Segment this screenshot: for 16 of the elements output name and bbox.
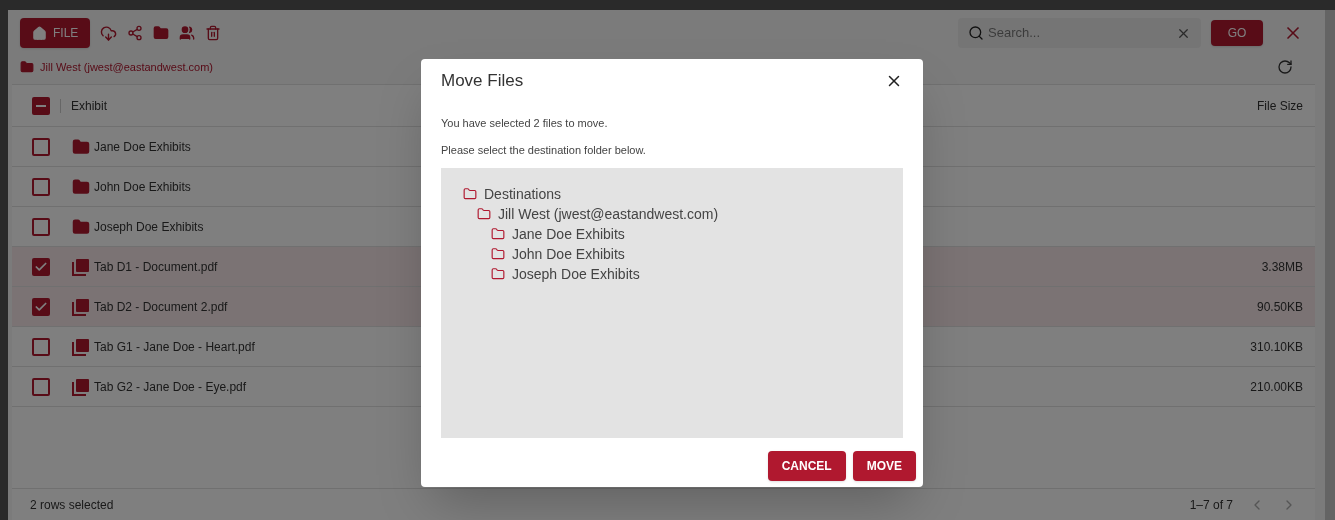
file-name: Jane Doe Exhibits — [94, 138, 191, 156]
file-name: Tab G1 - Jane Doe - Heart.pdf — [94, 338, 255, 356]
file-name: John Doe Exhibits — [94, 178, 191, 196]
dialog-message: You have selected 2 files to move. — [441, 116, 609, 131]
file-name: Tab D2 - Document 2.pdf — [94, 298, 228, 316]
file-size: 310.10KB — [1250, 338, 1303, 356]
dialog-title: Move Files — [441, 70, 524, 93]
dialog-message: Please select the destination folder below. — [441, 142, 647, 158]
page-range: 1–7 of 7 — [1189, 496, 1233, 514]
file-size: 210.00KB — [1250, 378, 1303, 396]
selection-count: 2 rows selected — [30, 496, 114, 514]
file-name: Tab G2 - Jane Doe - Eye.pdf — [94, 378, 247, 396]
file-size: 3.38MB — [1261, 258, 1303, 276]
file-size: 90.50KB — [1256, 298, 1303, 316]
file-name: Joseph Doe Exhibits — [94, 218, 204, 236]
file-name: Tab D1 - Document.pdf — [94, 258, 218, 276]
